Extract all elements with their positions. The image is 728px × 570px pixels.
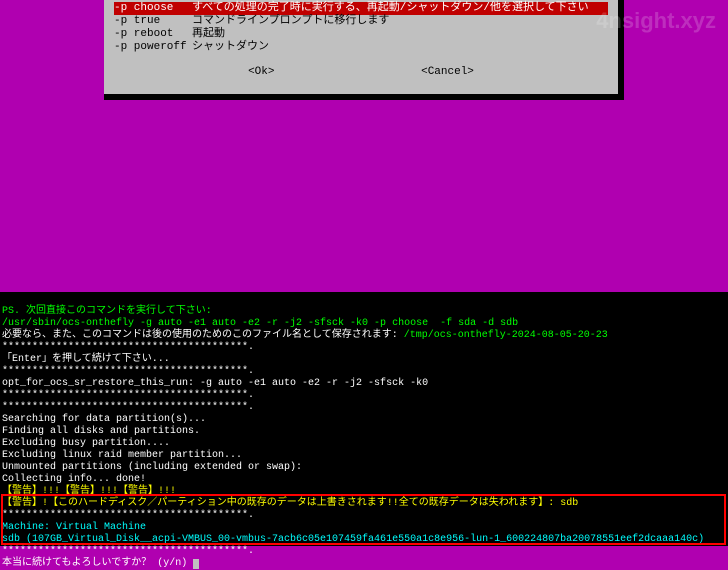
terminal-line: Unmounted partitions (including extended… xyxy=(2,462,302,473)
terminal-line: 「Enter」を押して続けて下さい... xyxy=(2,354,170,365)
terminal-output: PS. 次回直接このコマンドを実行して下さい: /usr/sbin/ocs-on… xyxy=(0,292,728,546)
cursor xyxy=(193,559,199,569)
terminal-line: Collecting info... done! xyxy=(2,474,146,485)
terminal-line: ****************************************… xyxy=(2,546,254,557)
terminal-line: ****************************************… xyxy=(2,366,254,377)
warning-line: 【警告】!!!【警告】!!!【警告】!!! xyxy=(2,486,176,497)
option-p-true[interactable]: -p trueコマンドラインプロンプトに移行します xyxy=(114,15,608,28)
warning-line: 【警告】!【このハードディスク／パーティション中の既存のデータは上書きされます!… xyxy=(2,498,578,509)
option-p-poweroff[interactable]: -p poweroffシャットダウン xyxy=(114,41,608,54)
terminal-line: ****************************************… xyxy=(2,510,254,521)
option-p-choose[interactable]: -p chooseすべての処理の完了時に実行する、再起動/シャットダウン/他を選… xyxy=(114,2,608,15)
terminal-line: PS. 次回直接このコマンドを実行して下さい: xyxy=(2,306,212,317)
sdb-line: sdb (107GB_Virtual_Disk__acpi-VMBUS_00-v… xyxy=(2,534,704,545)
dialog-options-list: -p chooseすべての処理の完了時に実行する、再起動/シャットダウン/他を選… xyxy=(104,0,618,58)
terminal-line: /usr/sbin/ocs-onthefly -g auto -e1 auto … xyxy=(2,318,518,329)
terminal-line: Searching for data partition(s)... xyxy=(2,414,206,425)
cancel-button[interactable]: <Cancel> xyxy=(421,66,474,78)
prompt-line[interactable]: 本当に続けてもよろしいですか？ (y/n) xyxy=(2,558,193,569)
terminal-line: Excluding busy partition.... xyxy=(2,438,170,449)
dialog-window: -p chooseすべての処理の完了時に実行する、再起動/シャットダウン/他を選… xyxy=(104,0,624,100)
machine-line: Machine: Virtual Machine xyxy=(2,522,146,533)
terminal-line: Finding all disks and partitions. xyxy=(2,426,200,437)
terminal-line: 必要なら、また、このコマンドは後の使用のためのこのファイル名として保存されます: xyxy=(2,330,404,341)
terminal-line: Excluding linux raid member partition... xyxy=(2,450,242,461)
terminal-line: ****************************************… xyxy=(2,390,254,401)
terminal-line: opt_for_ocs_sr_restore_this_run: -g auto… xyxy=(2,378,428,389)
terminal-line: ****************************************… xyxy=(2,402,254,413)
terminal-line: ****************************************… xyxy=(2,342,254,353)
option-p-reboot[interactable]: -p reboot再起動 xyxy=(114,28,608,41)
ok-button[interactable]: <Ok> xyxy=(248,66,274,78)
